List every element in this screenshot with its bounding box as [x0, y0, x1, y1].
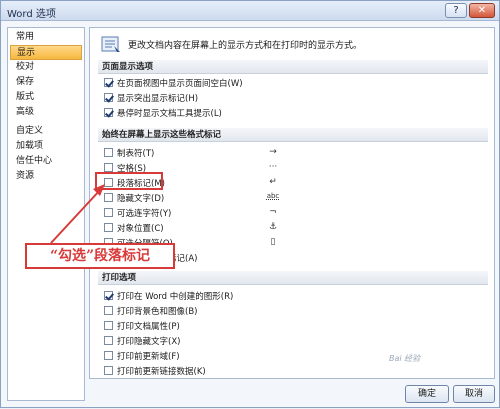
watermark: Bai 经验 — [389, 354, 421, 363]
print-section-title: 打印选项 — [98, 271, 488, 285]
break-mark-icon: ▯ — [270, 237, 276, 247]
checkbox[interactable] — [104, 208, 113, 217]
nav-item-general[interactable]: 常用 — [10, 30, 82, 45]
checkbox[interactable] — [104, 193, 113, 202]
options-nav: 常用 显示 校对 保存 版式 高级 自定义 加载项 信任中心 资源 — [7, 27, 85, 401]
hidden-text-mark-icon: abc — [266, 192, 280, 200]
checkbox[interactable] — [104, 321, 113, 330]
nav-item-resources[interactable]: 资源 — [10, 169, 82, 184]
option-print-hidden-text[interactable]: 打印隐藏文字(X) — [104, 336, 180, 350]
nav-item-advanced[interactable]: 高级 — [10, 105, 82, 120]
option-print-background[interactable]: 打印背景色和图像(B) — [104, 306, 197, 320]
page-display-section-title: 页面显示选项 — [98, 60, 488, 74]
nav-item-display[interactable]: 显示 — [10, 45, 82, 60]
option-update-links[interactable]: 打印前更新链接数据(K) — [104, 366, 206, 378]
anchor-mark-icon: ⚓ — [268, 222, 278, 232]
checkbox[interactable] — [104, 336, 113, 345]
checkbox[interactable] — [104, 148, 113, 157]
option-hover-tooltips[interactable]: 悬停时显示文档工具提示(L) — [104, 108, 222, 122]
checkbox[interactable] — [104, 351, 113, 360]
nav-item-customize[interactable]: 自定义 — [10, 124, 82, 139]
nav-item-trust-center[interactable]: 信任中心 — [10, 154, 82, 169]
checkbox[interactable] — [104, 163, 113, 172]
option-show-highlighter[interactable]: 显示突出显示标记(H) — [104, 93, 198, 107]
checkbox[interactable] — [104, 223, 113, 232]
option-print-drawings[interactable]: 打印在 Word 中创建的图形(R) — [104, 291, 233, 305]
annotation-callout: “勾选”段落标记 — [25, 243, 175, 269]
option-hidden-text[interactable]: 隐藏文字(D) — [104, 193, 164, 207]
display-options-panel: 更改文档内容在屏幕上的显示方式和在打印时的显示方式。 页面显示选项 在页面视图中… — [89, 27, 495, 379]
nav-item-proofing[interactable]: 校对 — [10, 60, 82, 75]
option-update-fields[interactable]: 打印前更新域(F) — [104, 351, 180, 365]
checkbox[interactable] — [104, 93, 113, 102]
display-icon — [101, 36, 120, 52]
nav-item-addins[interactable]: 加载项 — [10, 139, 82, 154]
window-title: Word 选项 — [7, 9, 56, 20]
paragraph-mark-icon: ↵ — [269, 177, 277, 187]
nav-item-layout[interactable]: 版式 — [10, 90, 82, 105]
option-tab-characters[interactable]: 制表符(T) — [104, 148, 154, 162]
checkbox[interactable] — [104, 306, 113, 315]
tab-mark-icon: → — [269, 147, 277, 157]
help-button[interactable]: ? — [445, 3, 467, 18]
close-icon: ✕ — [477, 5, 487, 16]
cancel-button[interactable]: 取消 — [453, 385, 495, 403]
option-optional-hyphens[interactable]: 可选连字符(Y) — [104, 208, 171, 222]
paragraph-marks-highlight — [95, 172, 163, 190]
nav-item-save[interactable]: 保存 — [10, 75, 82, 90]
checkbox[interactable] — [104, 366, 113, 375]
close-button[interactable]: ✕ — [469, 3, 495, 18]
checkbox[interactable] — [104, 78, 113, 87]
title-bar: Word 选项 ? ✕ — [1, 1, 499, 21]
space-mark-icon: ··· — [268, 162, 278, 172]
option-object-anchors[interactable]: 对象位置(C) — [104, 223, 164, 237]
checkbox[interactable] — [104, 291, 113, 300]
checkbox[interactable] — [104, 108, 113, 117]
display-description: 更改文档内容在屏幕上的显示方式和在打印时的显示方式。 — [128, 41, 363, 51]
option-show-whitespace[interactable]: 在页面视图中显示页面间空白(W) — [104, 78, 243, 92]
help-icon: ? — [453, 5, 459, 16]
hyphen-mark-icon: ¬ — [269, 207, 277, 217]
word-options-dialog: Word 选项 ? ✕ 常用 显示 校对 保存 版式 高级 自定义 加载项 信任… — [0, 0, 500, 408]
ok-button[interactable]: 确定 — [405, 385, 449, 403]
option-print-properties[interactable]: 打印文档属性(P) — [104, 321, 180, 335]
format-marks-section-title: 始终在屏幕上显示这些格式标记 — [98, 128, 488, 142]
